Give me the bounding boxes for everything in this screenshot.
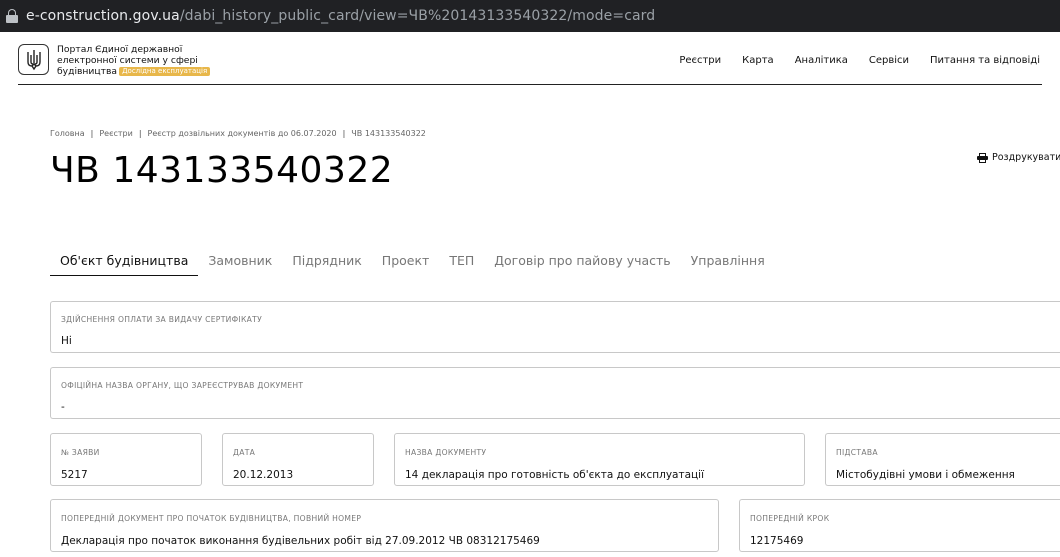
lock-icon <box>6 9 18 23</box>
field-label: Попередній документ про початок будівниц… <box>61 514 362 523</box>
document-name-field: Назва документу 14 декларація про готовн… <box>394 433 805 486</box>
field-label: Попередній крок <box>750 514 830 523</box>
breadcrumb-current: ЧВ 143133540322 <box>351 129 426 138</box>
nav-analytics[interactable]: Аналітика <box>795 55 848 66</box>
field-value: 20.12.2013 <box>233 469 294 481</box>
date-field: Дата 20.12.2013 <box>222 433 374 486</box>
field-label: Підстава <box>836 448 878 457</box>
field-label: Дата <box>233 448 256 457</box>
browser-url-bar[interactable]: e-construction.gov.ua/dabi_history_publi… <box>0 0 1060 32</box>
field-value: 5217 <box>61 469 88 481</box>
basis-field: Підстава Містобудівні умови і обмеження <box>825 433 1060 486</box>
breadcrumb-home[interactable]: Головна <box>50 129 85 138</box>
field-label: Офіційна назва органу, що зареєстрував д… <box>61 381 304 390</box>
breadcrumb-registry[interactable]: Реєстр дозвільних документів до 06.07.20… <box>148 129 337 138</box>
field-value: - <box>61 401 65 413</box>
tab-bar: Об'єкт будівництва Замовник Підрядник Пр… <box>50 246 775 276</box>
tab-project[interactable]: Проект <box>372 246 440 276</box>
breadcrumb-registries[interactable]: Реєстри <box>99 129 132 138</box>
field-label: Назва документу <box>405 448 487 457</box>
field-value: Містобудівні умови і обмеження <box>836 469 1015 481</box>
header-divider <box>18 84 1042 85</box>
payment-field: Здійснення оплати за видачу сертифікату … <box>50 301 1060 353</box>
tab-share-agreement[interactable]: Договір про пайову участь <box>484 246 680 276</box>
site-header: Портал Єдиної державної електронної сист… <box>0 32 1060 86</box>
field-label: № заяви <box>61 448 100 457</box>
field-value: 12175469 <box>750 535 804 547</box>
trident-logo-icon[interactable] <box>18 44 49 75</box>
portal-title[interactable]: Портал Єдиної державної електронної сист… <box>57 44 227 77</box>
field-value: 14 декларація про готовність об'єкта до … <box>405 469 705 481</box>
nav-services[interactable]: Сервіси <box>869 55 909 66</box>
previous-document-field: Попередній документ про початок будівниц… <box>50 499 719 552</box>
tab-management[interactable]: Управління <box>681 246 775 276</box>
print-label: Роздрукувати <box>992 152 1060 163</box>
tab-contractor[interactable]: Підрядник <box>282 246 371 276</box>
print-button[interactable]: Роздрукувати <box>977 152 1060 163</box>
nav-registries[interactable]: Реєстри <box>679 55 721 66</box>
nav-faq[interactable]: Питання та відповіді <box>930 55 1040 66</box>
authority-field: Офіційна назва органу, що зареєстрував д… <box>50 367 1060 419</box>
field-label: Здійснення оплати за видачу сертифікату <box>61 315 263 324</box>
tab-tep[interactable]: ТЕП <box>439 246 484 276</box>
top-nav: Реєстри Карта Аналітика Сервіси Питання … <box>658 55 1040 66</box>
field-value: Декларація про початок виконання будівел… <box>61 535 540 547</box>
application-number-field: № заяви 5217 <box>50 433 202 486</box>
tab-customer[interactable]: Замовник <box>198 246 282 276</box>
page-title: ЧВ 143133540322 <box>50 150 394 191</box>
breadcrumb: Головна | Реєстри | Реєстр дозвільних до… <box>50 129 426 138</box>
printer-icon <box>977 152 988 163</box>
nav-map[interactable]: Карта <box>742 55 774 66</box>
tab-construction-object[interactable]: Об'єкт будівництва <box>50 246 199 276</box>
previous-step-field: Попередній крок 12175469 <box>739 499 1060 552</box>
url-text[interactable]: e-construction.gov.ua/dabi_history_publi… <box>26 8 655 24</box>
beta-badge: Дослідна експлуатація <box>119 67 211 76</box>
field-value: Ні <box>61 335 72 347</box>
